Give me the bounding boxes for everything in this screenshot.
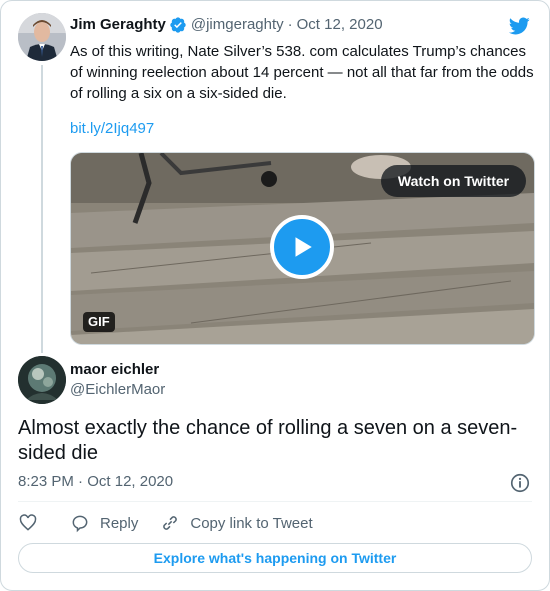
heart-icon	[19, 514, 37, 531]
quoted-tweet-text: As of this writing, Nate Silver’s 538. c…	[70, 43, 534, 102]
separator-dot: ·	[287, 16, 293, 33]
tweet-link[interactable]: bit.ly/2Ijq497	[70, 120, 154, 137]
tweet-embed-card: Jim Geraghty @jimgeraghty · Oct 12, 2020…	[0, 0, 550, 591]
tweet-timestamp[interactable]: 8:23 PM · Oct 12, 2020	[18, 473, 173, 490]
tweet-time: 8:23 PM	[18, 473, 74, 490]
copy-link-button[interactable]: Copy link to Tweet	[160, 513, 313, 533]
like-button[interactable]	[18, 513, 70, 533]
verified-badge-icon	[169, 16, 187, 34]
link-icon	[163, 516, 178, 530]
tweet-actions: Reply Copy link to Tweet	[18, 511, 313, 535]
maor-eichler-avatar[interactable]	[18, 356, 66, 404]
twitter-logo-icon[interactable]	[507, 15, 531, 37]
copy-link-label: Copy link to Tweet	[190, 514, 313, 532]
reply-label: Reply	[100, 514, 139, 532]
timestamp-separator: ·	[78, 473, 84, 490]
reply-button[interactable]: Reply	[70, 513, 138, 533]
info-icon[interactable]	[509, 472, 531, 494]
quoted-tweet-header: Jim Geraghty @jimgeraghty · Oct 12, 2020	[70, 15, 531, 35]
reply-author-name[interactable]: maor eichler	[70, 361, 159, 378]
explore-twitter-button[interactable]: Explore what's happening on Twitter	[18, 543, 532, 573]
gif-badge: GIF	[83, 312, 115, 332]
play-icon	[295, 237, 312, 257]
jim-geraghty-avatar[interactable]	[18, 13, 66, 61]
reply-author-handle[interactable]: @EichlerMaor	[70, 381, 165, 398]
author-name[interactable]: Jim Geraghty	[70, 15, 166, 35]
tweet-date[interactable]: Oct 12, 2020	[297, 15, 383, 35]
reply-icon	[72, 515, 88, 533]
author-handle[interactable]: @jimgeraghty	[191, 15, 284, 35]
tweet-date-full: Oct 12, 2020	[87, 473, 174, 490]
thread-connector-line	[41, 65, 43, 353]
reply-tweet-text: Almost exactly the chance of rolling a s…	[18, 417, 518, 464]
play-button[interactable]	[270, 215, 334, 279]
divider	[18, 501, 532, 502]
watch-on-twitter-button[interactable]: Watch on Twitter	[381, 165, 526, 197]
gif-media[interactable]: Watch on Twitter GIF	[70, 152, 535, 345]
